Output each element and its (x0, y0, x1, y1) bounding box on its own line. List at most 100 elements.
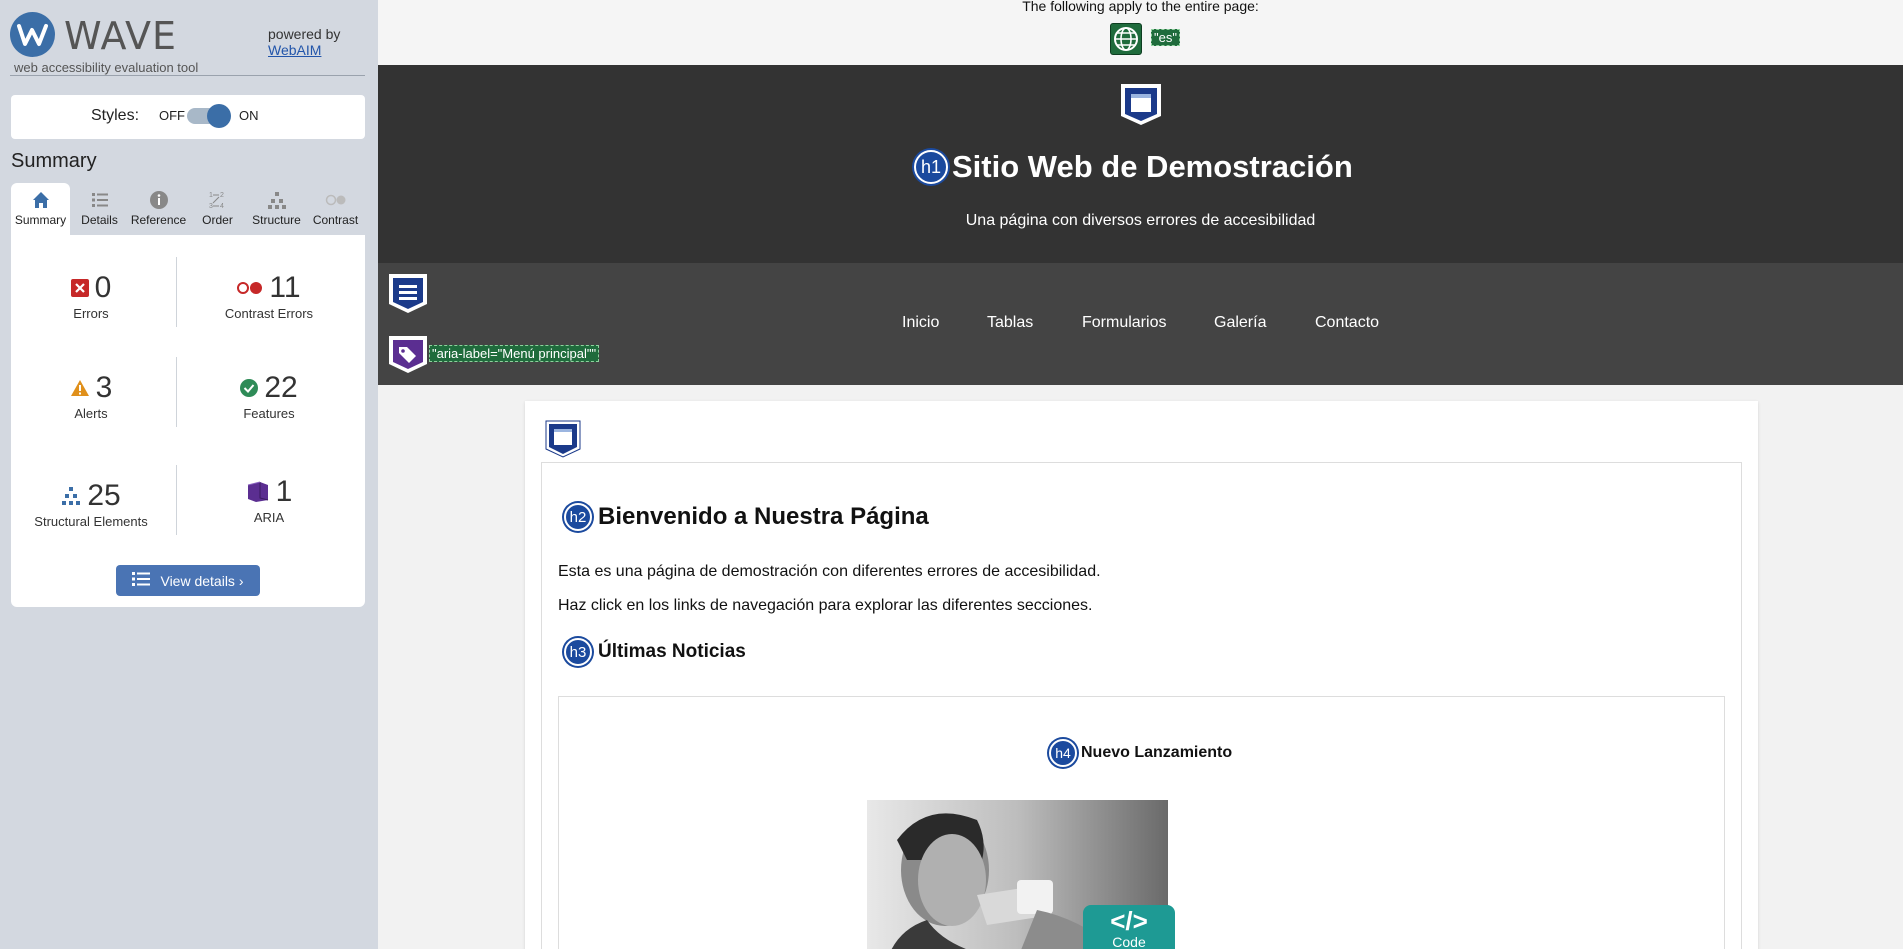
errors-count: 0 (94, 271, 112, 304)
nav-link-galeria[interactable]: Galería (1214, 314, 1266, 332)
stat-features[interactable]: 22 Features (189, 371, 349, 421)
h3-row: h3 Últimas Noticias (564, 638, 746, 666)
tab-reference[interactable]: Reference (129, 183, 188, 235)
h2-row: h2 Bienvenido a Nuestra Página (564, 503, 929, 531)
language-icon[interactable] (1110, 23, 1142, 55)
styles-toggle[interactable] (187, 104, 231, 128)
panel-tabs: Summary Details Reference 1234 Order Str… (11, 183, 365, 235)
tab-details[interactable]: Details (70, 183, 129, 235)
svg-text:2: 2 (220, 192, 224, 199)
tab-contrast[interactable]: Contrast (306, 183, 365, 235)
h2-heading-icon[interactable]: h2 (564, 503, 592, 531)
stat-structural-elements[interactable]: 25 Structural Elements (11, 479, 171, 529)
svg-text:4: 4 (220, 203, 224, 210)
stat-errors[interactable]: 0 Errors (11, 271, 171, 321)
nav-link-formularios[interactable]: Formularios (1082, 314, 1166, 332)
main-content: h2 Bienvenido a Nuestra Página Esta es u… (525, 401, 1758, 949)
styles-on-label: ON (239, 108, 259, 123)
h3-heading-icon[interactable]: h3 (564, 638, 592, 666)
styles-label: Styles: (91, 107, 140, 124)
nav-link-inicio[interactable]: Inicio (902, 314, 939, 332)
features-count: 22 (264, 371, 298, 404)
h4-row: h4 Nuevo Lanzamiento (1049, 739, 1232, 767)
list-icon (70, 183, 129, 211)
info-icon (129, 183, 188, 211)
site-title: Sitio Web de Demostración (952, 149, 1353, 184)
nav-link-contacto[interactable]: Contacto (1315, 314, 1379, 332)
list-icon (132, 572, 151, 589)
divider (176, 357, 177, 427)
content-section: h2 Bienvenido a Nuestra Página Esta es u… (541, 462, 1742, 949)
alert-icon (70, 379, 90, 397)
contrast-errors-label: Contrast Errors (224, 306, 314, 321)
svg-text:3: 3 (209, 203, 213, 210)
styles-off-label: OFF (159, 108, 185, 123)
structural-label: Structural Elements (34, 514, 148, 529)
language-tag: "es" (1151, 29, 1180, 46)
tab-order[interactable]: 1234 Order (188, 183, 247, 235)
toggle-knob (207, 104, 231, 128)
h1-row: h1 Sitio Web de Demostración (914, 149, 1353, 185)
aria-label-icon[interactable] (387, 334, 429, 379)
powered-by-text: powered by (268, 26, 341, 42)
order-icon: 1234 (188, 183, 247, 211)
feature-icon (240, 379, 259, 397)
structure-icon (247, 183, 306, 211)
stat-aria[interactable]: 1 ARIA (189, 475, 349, 525)
alerts-label: Alerts (74, 406, 108, 421)
h4-heading-icon[interactable]: h4 (1049, 739, 1077, 767)
aria-label-tag: "aria-label="Menú principal"" (429, 345, 600, 362)
intro-paragraph: Esta es una página de demostración con d… (558, 563, 1101, 580)
wave-logo-icon (10, 12, 55, 57)
aria-icon (246, 481, 270, 503)
error-icon (70, 279, 89, 297)
stat-contrast-errors[interactable]: 11 Contrast Errors (189, 271, 349, 321)
tab-label: Reference (130, 213, 187, 227)
page-notice-text: The following apply to the entire page: (1022, 0, 1259, 14)
news-heading: Últimas Noticias (598, 641, 746, 662)
contrast-error-icon (237, 281, 263, 295)
code-label: Code (1112, 934, 1146, 949)
page-level-notice: The following apply to the entire page: … (378, 0, 1903, 65)
site-subtitle: Una página con diversos errores de acces… (965, 212, 1316, 229)
site-header: h1 Sitio Web de Demostración Una página … (378, 65, 1903, 263)
contrast-errors-count: 11 (269, 271, 301, 304)
main-landmark-icon[interactable] (545, 420, 581, 463)
nav-link-tablas[interactable]: Tablas (987, 314, 1033, 332)
evaluated-page: The following apply to the entire page: … (378, 0, 1903, 949)
code-toggle-button[interactable]: </> Code (1083, 905, 1175, 949)
summary-heading: Summary (11, 150, 97, 172)
banner-landmark-icon[interactable] (1119, 82, 1163, 131)
tab-label: Details (81, 213, 118, 227)
styles-toggle-card: Styles: OFF ON (11, 95, 365, 139)
powered-by: powered by WebAIM (268, 26, 340, 58)
tab-label: Order (202, 213, 233, 227)
errors-label: Errors (73, 306, 109, 321)
stat-alerts[interactable]: 3 Alerts (11, 371, 171, 421)
wave-sidebar: WAVE web accessibility evaluation tool p… (0, 0, 378, 949)
home-icon (11, 183, 70, 211)
brand-name: WAVE (64, 14, 178, 58)
alerts-count: 3 (95, 371, 113, 404)
view-details-label: View details › (160, 572, 244, 589)
navigation-landmark-icon[interactable] (387, 272, 429, 319)
tab-label: Contrast (312, 213, 359, 227)
site-navigation: "aria-label="Menú principal"" Inicio Tab… (378, 263, 1903, 385)
brand-tagline: web accessibility evaluation tool (14, 60, 199, 75)
features-label: Features (243, 406, 295, 421)
aria-count: 1 (275, 475, 293, 508)
view-details-button[interactable]: View details › (116, 565, 260, 596)
welcome-heading: Bienvenido a Nuestra Página (598, 503, 929, 530)
structure-icon (61, 487, 81, 505)
article-title: Nuevo Lanzamiento (1081, 744, 1233, 761)
contrast-icon (306, 183, 365, 211)
svg-text:1: 1 (209, 192, 213, 199)
webaim-link[interactable]: WebAIM (268, 42, 340, 58)
structural-count: 25 (87, 479, 121, 512)
h1-heading-icon[interactable]: h1 (914, 150, 948, 184)
divider (176, 465, 177, 535)
tab-label: Structure (252, 213, 301, 227)
tab-summary[interactable]: Summary (11, 183, 70, 235)
wave-app: WAVE web accessibility evaluation tool p… (0, 0, 1903, 949)
tab-structure[interactable]: Structure (247, 183, 306, 235)
